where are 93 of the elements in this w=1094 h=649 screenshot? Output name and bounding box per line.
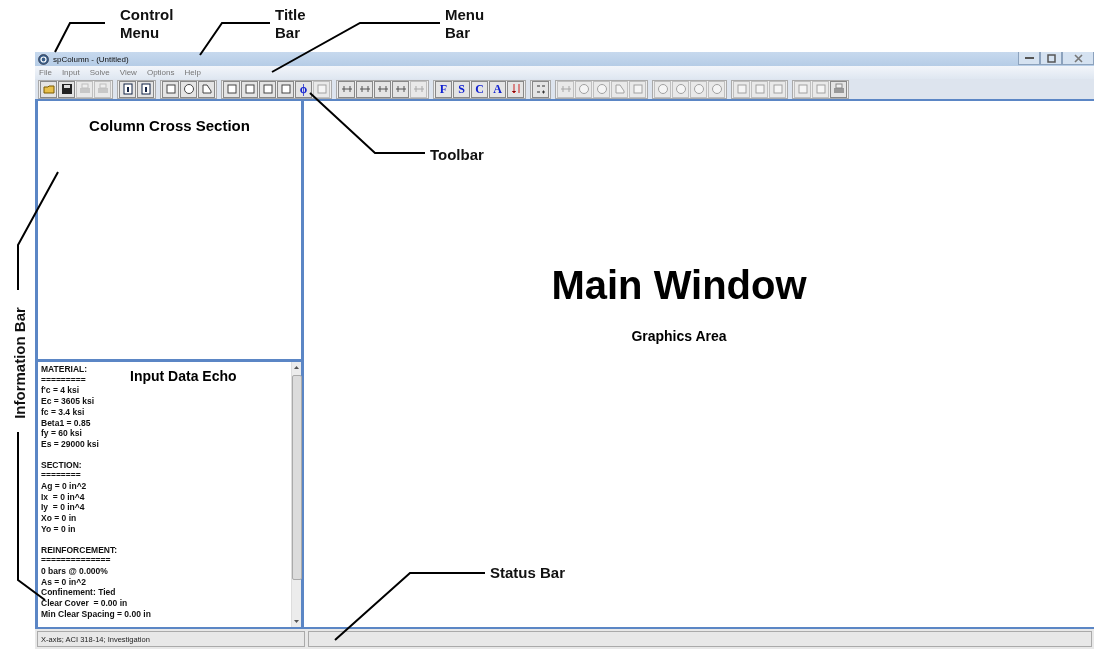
square-icon xyxy=(279,83,292,95)
echo-line: Ix = 0 in^4 xyxy=(41,491,85,503)
restore-icon xyxy=(1046,53,1056,63)
square-icon xyxy=(753,83,766,95)
main-window-title: Main Window xyxy=(551,263,807,308)
echo-line: fc = 3.4 ksi xyxy=(41,406,85,418)
square-icon xyxy=(164,83,177,95)
echo-line: Es = 29000 ksi xyxy=(41,438,99,450)
circle-icon xyxy=(577,83,590,95)
square-icon xyxy=(315,83,328,95)
echo-line: Ag = 0 in^2 xyxy=(41,481,87,492)
scroll-down-icon[interactable] xyxy=(294,620,299,623)
square-icon xyxy=(261,83,274,95)
echo-line: Beta1 = 0.85 xyxy=(41,417,91,429)
polygon-icon xyxy=(200,83,213,95)
app-logo-icon[interactable] xyxy=(38,53,49,65)
square-icon xyxy=(631,83,644,95)
arrow-icon xyxy=(509,83,522,95)
echo-line: 0 bars @ 0.000% xyxy=(41,565,108,577)
square-icon xyxy=(243,83,256,95)
echo-line: f'c = 4 ksi xyxy=(41,385,80,397)
circle-icon xyxy=(692,83,705,95)
document-icon xyxy=(121,83,134,95)
toolbar-icon-button[interactable] xyxy=(119,80,136,98)
menu-item[interactable]: Solve xyxy=(89,68,110,77)
minimize-icon xyxy=(1024,56,1034,60)
graphics-area-label: Graphics Area xyxy=(631,328,727,344)
restore-button[interactable] xyxy=(1040,52,1062,65)
section-heading: REINFORCEMENT: xyxy=(41,544,118,556)
callout-label: Title Bar xyxy=(275,6,307,42)
square-icon xyxy=(225,83,238,95)
circle-icon xyxy=(595,83,608,95)
close-icon xyxy=(1073,53,1083,63)
callout-label: Status Bar xyxy=(490,564,567,582)
close-button[interactable] xyxy=(1062,52,1094,65)
panel-title: Input Data Echo xyxy=(130,368,237,384)
cross-lines-icon xyxy=(394,83,407,95)
section-heading: MATERIAL: xyxy=(41,364,88,375)
folder-icon xyxy=(42,83,55,95)
square-icon xyxy=(796,83,809,95)
callout-label: Menu Bar xyxy=(445,6,486,42)
cross-lines-icon xyxy=(358,83,371,95)
circle-icon xyxy=(656,83,669,95)
square-icon xyxy=(771,83,784,95)
echo-line: Ec = 3605 ksi xyxy=(41,396,95,407)
menu-item[interactable]: Options xyxy=(146,68,175,77)
heading-rule: ============== xyxy=(41,555,111,566)
scroll-up-icon[interactable] xyxy=(294,366,299,369)
panel-title: Column Cross Section xyxy=(89,117,250,134)
polygon-icon xyxy=(613,83,626,95)
document-icon xyxy=(139,83,152,95)
menu-item[interactable]: Help xyxy=(184,68,201,77)
toolbar-icon-button[interactable] xyxy=(180,80,197,98)
toolbar-button[interactable]: S xyxy=(453,80,470,98)
echo-line: Xo = 0 in xyxy=(41,513,77,524)
scrollbar[interactable] xyxy=(291,362,301,627)
circle-icon xyxy=(674,83,687,95)
echo-line: Min Clear Spacing = 0.00 in xyxy=(41,608,151,620)
minimize-button[interactable] xyxy=(1018,52,1040,65)
toolbar-icon-button[interactable] xyxy=(137,80,154,98)
printer-icon xyxy=(78,83,91,95)
echo-line: fy = 60 ksi xyxy=(41,428,82,439)
heading-rule: ======== xyxy=(41,470,81,482)
printer-icon xyxy=(832,83,845,95)
cross-lines-icon xyxy=(412,83,425,95)
section-heading: SECTION: xyxy=(41,459,82,471)
square-icon xyxy=(814,83,827,95)
echo-line: Clear Cover = 0.00 in xyxy=(41,598,128,609)
window-title: spColumn - (Untitled) xyxy=(53,54,129,64)
toolbar-button[interactable]: F xyxy=(435,80,452,98)
square-icon xyxy=(735,83,748,95)
menu-item[interactable]: Input xyxy=(61,68,80,77)
toolbar-button[interactable]: C xyxy=(471,80,488,98)
cross-lines-icon xyxy=(340,83,353,95)
callout-label: Control Menu xyxy=(120,6,175,42)
echo-line: Iy = 0 in^4 xyxy=(41,502,85,514)
echo-line: Confinement: Tied xyxy=(41,587,116,599)
leader-line xyxy=(54,22,106,53)
cross-lines-icon xyxy=(559,83,572,95)
toolbar-icon-button[interactable] xyxy=(58,80,75,98)
echo-line: Yo = 0 in xyxy=(41,523,76,535)
callout-label: Information Bar xyxy=(11,306,29,421)
echo-line: As = 0 in^2 xyxy=(41,576,86,588)
heading-rule: ========= xyxy=(41,374,86,386)
toolbar-button[interactable]: ϕ xyxy=(295,80,312,98)
menu-item[interactable]: File xyxy=(39,68,52,77)
circle-icon xyxy=(182,83,195,95)
cross-lines-icon xyxy=(376,83,389,95)
toolbar-button[interactable]: A xyxy=(489,80,506,98)
circle-icon xyxy=(710,83,723,95)
menu-item[interactable]: View xyxy=(119,68,137,77)
printer-icon xyxy=(96,83,109,95)
callout-label: Toolbar xyxy=(430,146,485,164)
